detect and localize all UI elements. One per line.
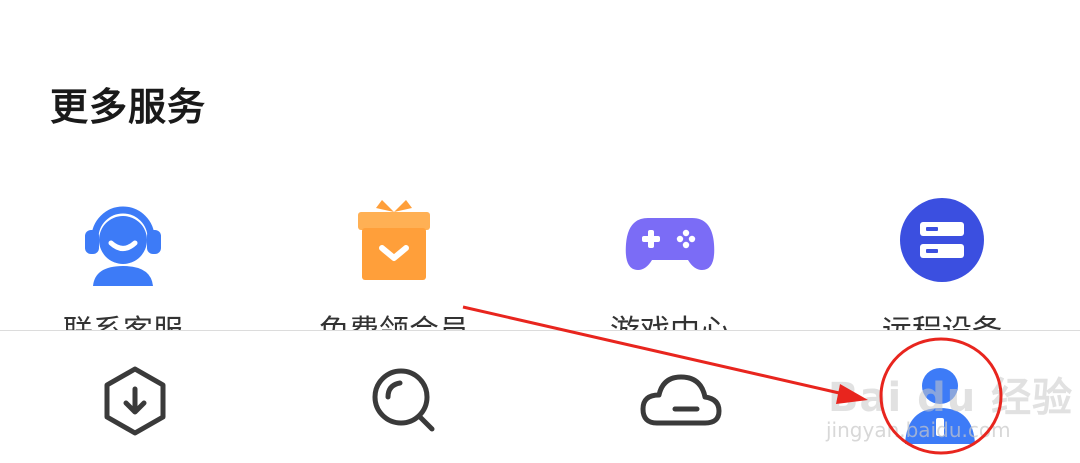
search-magnifier-icon [372, 368, 435, 432]
tab-download[interactable] [75, 351, 195, 451]
gift-box-icon [358, 200, 430, 280]
tab-search[interactable] [346, 351, 466, 451]
headset-agent-icon [85, 206, 161, 286]
service-remote-devices[interactable]: 远程设备 [842, 190, 1042, 350]
server-icon [900, 198, 984, 282]
cloud-icon [640, 374, 722, 426]
gamepad-icon [625, 218, 715, 270]
service-contact-support[interactable]: 联系客服 [23, 190, 223, 350]
service-free-membership[interactable]: 免费领会员 [294, 190, 494, 350]
baidu-jingyan-watermark: Bai du 经验 [828, 375, 1074, 421]
baidu-jingyan-watermark-url: jingyan.baidu.com [826, 418, 1011, 442]
more-services-screen: 更多服务 联系客服 免费领会员 [0, 0, 1080, 463]
section-title: 更多服务 [50, 85, 207, 129]
service-game-center[interactable]: 游戏中心 [570, 190, 770, 350]
tab-cloud[interactable] [620, 351, 740, 451]
download-hexagon-icon [104, 366, 166, 436]
